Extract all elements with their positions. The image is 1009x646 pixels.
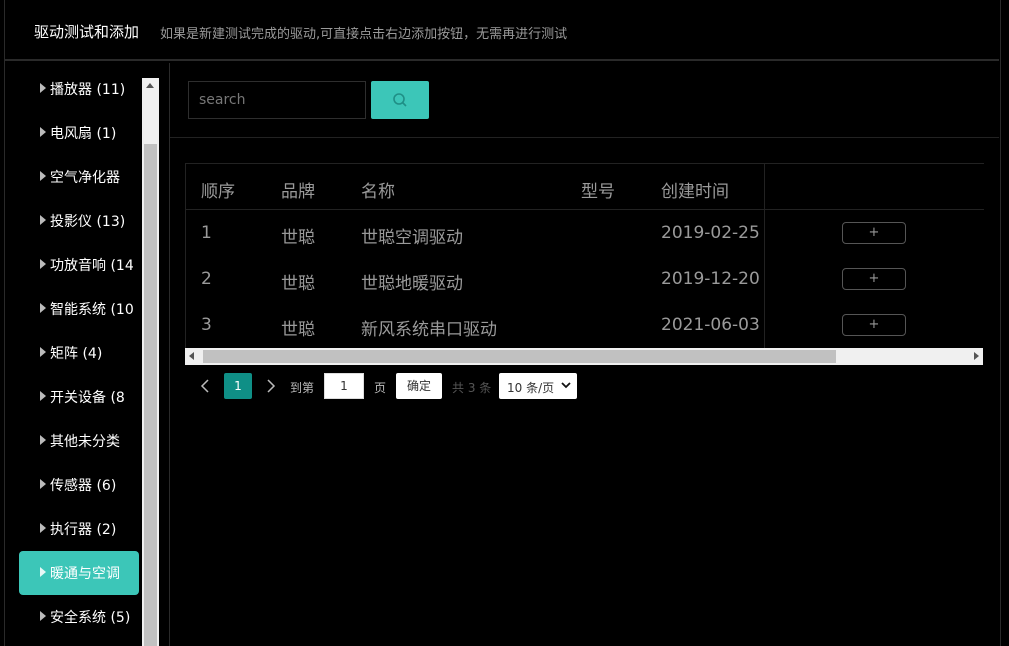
sidebar-item-label: 其他未分类 bbox=[50, 434, 120, 450]
cell-created: 2019-12-20 0 bbox=[661, 269, 777, 289]
cell-name: 世聪空调驱动 bbox=[361, 228, 463, 248]
page-size-select[interactable]: 10 条/页 bbox=[499, 373, 577, 399]
sidebar-item-label: 执行器 (2) bbox=[50, 522, 117, 538]
cell-name: 新风系统串口驱动 bbox=[361, 320, 497, 340]
total-count: 共 3 条 bbox=[452, 381, 492, 395]
sidebar-item-security[interactable]: 安全系统 (5) bbox=[19, 595, 139, 639]
column-header-brand[interactable]: 品牌 bbox=[281, 177, 315, 202]
category-list: 播放器 (11) 电风扇 (1) 空气净化器 投影仪 (13) 功放音响 (14… bbox=[19, 63, 139, 646]
page-header: 驱动测试和添加 如果是新建测试完成的驱动,可直接点击右边添加按钮，无需再进行测试 bbox=[5, 0, 999, 61]
sidebar-item-smart-system[interactable]: 智能系统 (10 bbox=[19, 287, 139, 331]
column-header-model[interactable]: 型号 bbox=[581, 177, 615, 202]
caret-right-icon bbox=[40, 391, 46, 401]
sidebar-item-label: 安全系统 (5) bbox=[50, 610, 131, 626]
sidebar-item-label: 暖通与空调 bbox=[50, 566, 120, 582]
sidebar-item-matrix[interactable]: 矩阵 (4) bbox=[19, 331, 139, 375]
caret-right-icon bbox=[40, 479, 46, 489]
table-scroll-thumb[interactable] bbox=[203, 350, 836, 363]
cell-index: 2 bbox=[201, 269, 212, 289]
sidebar-item-hvac[interactable]: 暖通与空调 bbox=[19, 551, 139, 595]
sidebar-item-label: 矩阵 (4) bbox=[50, 346, 103, 362]
sidebar-item-label: 空气净化器 bbox=[50, 170, 120, 186]
category-sidebar: 播放器 (11) 电风扇 (1) 空气净化器 投影仪 (13) 功放音响 (14… bbox=[5, 63, 170, 646]
sidebar-item-uncategorized[interactable]: 其他未分类 bbox=[19, 419, 139, 463]
search-icon bbox=[393, 93, 407, 107]
caret-right-icon bbox=[40, 523, 46, 533]
search-button[interactable] bbox=[371, 81, 429, 119]
sidebar-item-label: 开关设备 (8 bbox=[50, 390, 125, 406]
chevron-down-icon bbox=[561, 382, 571, 389]
column-header-created[interactable]: 创建时间 bbox=[661, 177, 729, 202]
cell-brand: 世聪 bbox=[281, 274, 315, 294]
add-driver-button[interactable]: + bbox=[842, 222, 906, 244]
cell-brand: 世聪 bbox=[281, 320, 315, 340]
cell-created: 2021-06-03 bbox=[661, 315, 760, 335]
add-driver-button[interactable]: + bbox=[842, 268, 906, 290]
sidebar-item-player[interactable]: 播放器 (11) bbox=[19, 67, 139, 111]
page-unit-label: 页 bbox=[374, 381, 387, 395]
page-title: 驱动测试和添加 bbox=[34, 23, 140, 41]
goto-label: 到第 bbox=[290, 381, 315, 395]
chevron-right-icon[interactable] bbox=[265, 378, 277, 394]
scroll-up-arrow-icon[interactable] bbox=[146, 83, 154, 88]
scroll-right-arrow-icon[interactable] bbox=[974, 352, 979, 360]
sidebar-item-air-purifier[interactable]: 空气净化器 bbox=[19, 155, 139, 199]
goto-confirm-button[interactable]: 确定 bbox=[396, 373, 442, 399]
sidebar-item-label: 投影仪 (13) bbox=[50, 214, 126, 230]
caret-right-icon bbox=[40, 303, 46, 313]
caret-right-icon bbox=[40, 215, 46, 225]
sidebar-item-label: 电风扇 (1) bbox=[50, 126, 117, 142]
sidebar-item-label: 功放音响 (14 bbox=[50, 258, 134, 274]
sidebar-item-label: 智能系统 (10 bbox=[50, 302, 134, 318]
caret-right-icon bbox=[40, 259, 46, 269]
cell-name: 世聪地暖驱动 bbox=[361, 274, 463, 294]
cell-index: 3 bbox=[201, 315, 212, 335]
caret-right-icon bbox=[40, 83, 46, 93]
sidebar-scrollbar[interactable] bbox=[142, 78, 159, 646]
scroll-left-arrow-icon[interactable] bbox=[189, 352, 194, 360]
sidebar-item-fan[interactable]: 电风扇 (1) bbox=[19, 111, 139, 155]
caret-right-icon bbox=[40, 435, 46, 445]
page-hint: 如果是新建测试完成的驱动,可直接点击右边添加按钮，无需再进行测试 bbox=[160, 27, 568, 42]
action-column: + + + bbox=[764, 164, 984, 348]
sidebar-scroll-thumb[interactable] bbox=[144, 144, 157, 646]
cell-index: 1 bbox=[201, 223, 212, 243]
caret-right-icon bbox=[40, 611, 46, 621]
sidebar-item-label: 传感器 (6) bbox=[50, 478, 117, 494]
page-size-value: 10 条/页 bbox=[507, 381, 555, 395]
search-input[interactable] bbox=[188, 81, 366, 119]
page-number-current[interactable]: 1 bbox=[224, 373, 252, 399]
section-divider bbox=[170, 137, 999, 138]
sidebar-item-projector[interactable]: 投影仪 (13) bbox=[19, 199, 139, 243]
chevron-left-icon[interactable] bbox=[199, 378, 211, 394]
column-header-name[interactable]: 名称 bbox=[361, 177, 395, 202]
caret-right-icon bbox=[40, 347, 46, 357]
cell-brand: 世聪 bbox=[281, 228, 315, 248]
cell-created: 2019-02-25 1 bbox=[661, 223, 777, 243]
goto-page-input[interactable] bbox=[324, 373, 364, 399]
caret-right-icon bbox=[40, 171, 46, 181]
caret-right-icon bbox=[40, 567, 46, 577]
column-header-index[interactable]: 顺序 bbox=[201, 177, 235, 202]
sidebar-item-label: 播放器 (11) bbox=[50, 82, 126, 98]
header-divider bbox=[765, 209, 984, 210]
sidebar-item-switch-device[interactable]: 开关设备 (8 bbox=[19, 375, 139, 419]
caret-right-icon bbox=[40, 127, 46, 137]
table-horizontal-scrollbar[interactable] bbox=[185, 348, 983, 365]
sidebar-item-amplifier[interactable]: 功放音响 (14 bbox=[19, 243, 139, 287]
sidebar-item-actuator[interactable]: 执行器 (2) bbox=[19, 507, 139, 551]
sidebar-item-sensor[interactable]: 传感器 (6) bbox=[19, 463, 139, 507]
driver-table: 顺序 品牌 名称 型号 创建时间 1 世聪 世聪空调驱动 2019-02-25 … bbox=[185, 163, 984, 348]
add-driver-button[interactable]: + bbox=[842, 314, 906, 336]
